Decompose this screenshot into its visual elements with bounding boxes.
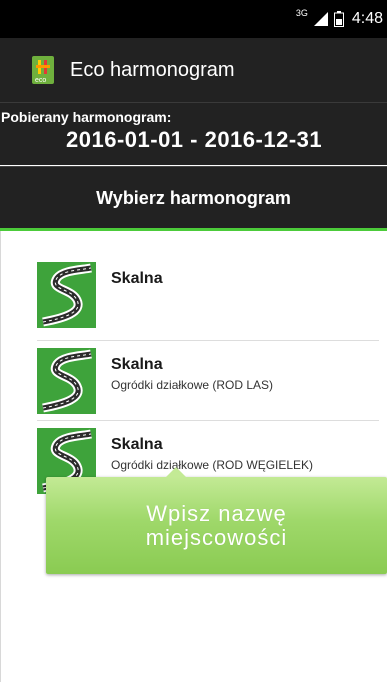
status-bar: 3G 4:48 (0, 0, 387, 38)
list-item-subtitle: Ogródki działkowe (ROD WĘGIELEK) (111, 458, 314, 472)
list-item[interactable]: Skalna Ogródki działkowe (ROD LAS) (37, 348, 379, 418)
action-bar: eco Eco harmonogram (0, 38, 387, 102)
road-icon (37, 348, 96, 414)
road-icon (37, 262, 96, 328)
list-divider (37, 340, 379, 341)
hint-text: Wpisz nazwę miejscowości (145, 500, 288, 550)
list-item-name: Skalna (111, 356, 163, 373)
hint-line-2: miejscowości (145, 524, 288, 550)
list-item-subtitle: Ogródki działkowe (ROD LAS) (111, 378, 274, 392)
schedule-label: Pobierany harmonogram: (1, 109, 172, 125)
hint-line-1: Wpisz nazwę (146, 500, 287, 526)
list-divider (37, 420, 379, 421)
app-icon-label: eco (35, 77, 47, 84)
section-title: Wybierz harmonogram (0, 166, 387, 229)
clock: 4:48 (351, 10, 383, 27)
tooltip-pointer (166, 467, 186, 477)
eco-app-icon[interactable]: eco (32, 56, 54, 84)
list-item-name: Skalna (111, 436, 163, 453)
battery-icon (333, 11, 344, 27)
list-item[interactable]: Skalna (37, 262, 379, 332)
signal-icon (313, 12, 328, 26)
network-type: 3G (295, 8, 308, 18)
list-item-text: Skalna (111, 270, 163, 292)
hint-tooltip[interactable]: Wpisz nazwę miejscowości (46, 467, 387, 574)
accent-divider (0, 228, 387, 231)
schedule-range: 2016-01-01 - 2016-12-31 (66, 127, 323, 152)
app-title: Eco harmonogram (70, 58, 235, 81)
list-item-text: Skalna Ogródki działkowe (ROD LAS) (111, 356, 273, 392)
schedule-range-panel: Pobierany harmonogram: 2016-01-01 - 2016… (0, 102, 387, 165)
list-item-name: Skalna (111, 270, 163, 287)
status-icons: 3G 4:48 (296, 0, 383, 38)
list-item-text: Skalna Ogródki działkowe (ROD WĘGIELEK) (111, 436, 313, 472)
content-edge (0, 231, 1, 682)
